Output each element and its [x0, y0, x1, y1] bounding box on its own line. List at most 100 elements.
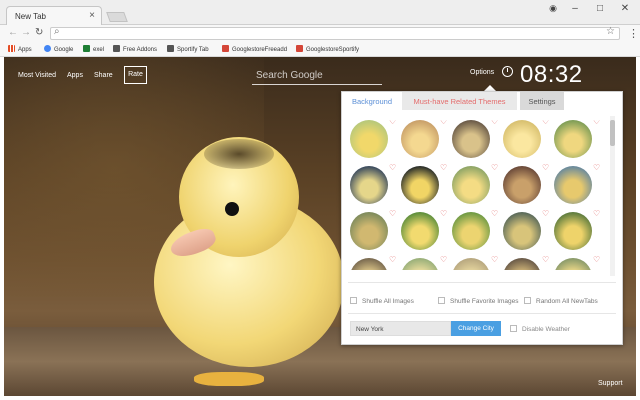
- favorite-heart-icon[interactable]: ♡: [593, 255, 600, 264]
- tab-settings[interactable]: Settings: [520, 92, 564, 110]
- bookmarks-bar: Apps Google exel Free Addons Sportify Ta…: [0, 42, 640, 57]
- options-button[interactable]: Options: [470, 69, 494, 76]
- tab-background[interactable]: Background: [342, 92, 402, 110]
- checkbox-label: Shuffle All Images: [362, 298, 414, 305]
- favorite-heart-icon[interactable]: ♡: [389, 255, 396, 264]
- bookmark-label: exel: [93, 47, 105, 53]
- minimize-button[interactable]: –: [565, 3, 585, 14]
- tab-must-have-themes[interactable]: Must-have Related Themes: [402, 92, 517, 110]
- background-thumbnail[interactable]: [554, 166, 592, 204]
- favorite-heart-icon[interactable]: ♡: [389, 163, 396, 172]
- background-thumbnail[interactable]: [401, 120, 439, 158]
- clock-time: 08:32: [520, 61, 583, 88]
- favorite-heart-icon[interactable]: ♡: [593, 163, 600, 172]
- bookmark-googlestore-sportify[interactable]: GooglestoreSportify: [296, 45, 359, 53]
- support-link[interactable]: Support: [598, 380, 623, 387]
- bookmark-sportify-tab[interactable]: Sportify Tab: [167, 45, 209, 53]
- rate-button[interactable]: Rate: [124, 66, 147, 84]
- favorite-heart-icon[interactable]: ♡: [593, 209, 600, 218]
- new-tab-button[interactable]: [106, 12, 128, 22]
- background-thumbnail[interactable]: [350, 212, 388, 250]
- bookmark-apps[interactable]: Apps: [8, 45, 32, 53]
- favorite-heart-icon[interactable]: ♡: [542, 120, 549, 126]
- favorite-heart-icon[interactable]: ♡: [440, 255, 447, 264]
- disable-weather-checkbox[interactable]: Disable Weather: [510, 325, 570, 333]
- bookmark-label: Free Addons: [123, 47, 158, 53]
- background-thumbnail[interactable]: [401, 258, 439, 270]
- duckling-head-marking: [204, 139, 274, 169]
- close-window-button[interactable]: ✕: [615, 3, 635, 14]
- favorite-heart-icon[interactable]: ♡: [542, 163, 549, 172]
- favorite-heart-icon[interactable]: ♡: [440, 209, 447, 218]
- share-link[interactable]: Share: [94, 72, 113, 79]
- bookmark-star-icon[interactable]: ☆: [606, 26, 615, 37]
- panel-scrollbar[interactable]: [610, 116, 615, 276]
- shuffle-favorite-checkbox[interactable]: Shuffle Favorite Images: [438, 297, 519, 305]
- scrollbar-thumb[interactable]: [610, 120, 615, 146]
- omnibox[interactable]: ⌕ ☆: [50, 26, 620, 40]
- checkbox-box[interactable]: [510, 325, 517, 332]
- background-thumbnail[interactable]: [503, 212, 541, 250]
- profile-icon[interactable]: ◉: [543, 3, 563, 14]
- browser-tab[interactable]: New Tab ×: [6, 6, 102, 25]
- bookmark-free-addons[interactable]: Free Addons: [113, 45, 157, 53]
- bookmark-label: Sportify Tab: [177, 47, 209, 53]
- apps-link[interactable]: Apps: [67, 72, 83, 79]
- title-bar: New Tab × ◉ – □ ✕: [0, 0, 640, 25]
- background-thumbnail[interactable]: [503, 166, 541, 204]
- favorite-heart-icon[interactable]: ♡: [542, 209, 549, 218]
- background-thumbnail[interactable]: [503, 120, 541, 158]
- background-thumbnail[interactable]: [401, 212, 439, 250]
- favorite-heart-icon[interactable]: ♡: [491, 120, 498, 126]
- random-newtabs-checkbox[interactable]: Random All NewTabs: [524, 297, 598, 305]
- browser-menu-icon[interactable]: ⋮: [628, 27, 639, 40]
- duckling-foot: [194, 372, 264, 386]
- favorite-heart-icon[interactable]: ♡: [593, 120, 600, 126]
- favorite-heart-icon[interactable]: ♡: [389, 120, 396, 126]
- favorite-heart-icon[interactable]: ♡: [491, 209, 498, 218]
- bookmark-googlestore-freeadd[interactable]: GooglestoreFreeadd: [222, 45, 287, 53]
- background-thumbnail[interactable]: [452, 212, 490, 250]
- forward-button[interactable]: →: [21, 27, 31, 38]
- favorite-heart-icon[interactable]: ♡: [440, 120, 447, 126]
- background-thumbnail[interactable]: [452, 258, 490, 270]
- tab-close-icon[interactable]: ×: [89, 10, 95, 21]
- page-icon: [167, 45, 174, 52]
- favorite-heart-icon[interactable]: ♡: [491, 255, 498, 264]
- shuffle-all-checkbox[interactable]: Shuffle All Images: [350, 297, 414, 305]
- favorite-heart-icon[interactable]: ♡: [389, 209, 396, 218]
- favorite-heart-icon[interactable]: ♡: [440, 163, 447, 172]
- city-input[interactable]: New York: [350, 321, 451, 336]
- favorite-heart-icon[interactable]: ♡: [491, 163, 498, 172]
- background-thumbnail[interactable]: [452, 166, 490, 204]
- new-tab-page: Most Visited Apps Share Rate Search Goog…: [4, 57, 636, 396]
- background-thumbnail[interactable]: [554, 120, 592, 158]
- most-visited-link[interactable]: Most Visited: [18, 72, 56, 79]
- apps-grid-icon: [8, 45, 15, 52]
- checkbox-box[interactable]: [438, 297, 445, 304]
- background-thumbnail[interactable]: [401, 166, 439, 204]
- checkbox-box[interactable]: [350, 297, 357, 304]
- reload-button[interactable]: ↻: [35, 27, 43, 38]
- background-thumbnail[interactable]: [350, 258, 388, 270]
- store-icon: [296, 45, 303, 52]
- background-thumbnail[interactable]: [503, 258, 541, 270]
- favorite-heart-icon[interactable]: ♡: [542, 255, 549, 264]
- bookmark-google[interactable]: Google: [44, 45, 73, 53]
- back-button[interactable]: ←: [8, 27, 18, 38]
- change-city-button[interactable]: Change City: [451, 321, 501, 336]
- background-thumbnail[interactable]: [554, 258, 592, 270]
- maximize-button[interactable]: □: [590, 3, 610, 14]
- bookmark-exel[interactable]: exel: [83, 45, 104, 53]
- clock-icon[interactable]: [502, 66, 513, 77]
- divider: [348, 313, 616, 314]
- search-google-input[interactable]: Search Google: [252, 67, 382, 85]
- background-thumbnail[interactable]: [350, 166, 388, 204]
- background-thumbnail[interactable]: [554, 212, 592, 250]
- background-thumbnail-grid: ♡ ♡ ♡ ♡ ♡ ♡ ♡ ♡ ♡ ♡ ♡ ♡ ♡ ♡ ♡ ♡ ♡ ♡ ♡ ♡: [350, 120, 605, 270]
- checkbox-box[interactable]: [524, 297, 531, 304]
- background-thumbnail[interactable]: [452, 120, 490, 158]
- background-thumbnail[interactable]: [350, 120, 388, 158]
- google-icon: [44, 45, 51, 52]
- search-icon: ⌕: [54, 26, 60, 37]
